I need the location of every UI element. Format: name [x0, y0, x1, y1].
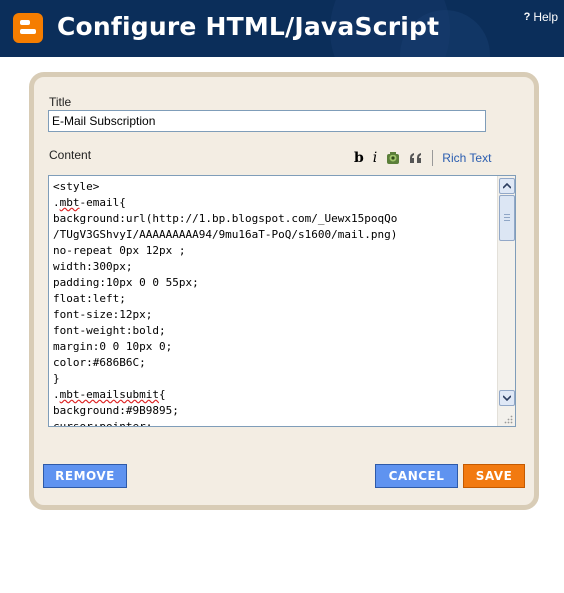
code-line: color:#686B6C; — [53, 356, 146, 369]
code-line: font-weight:bold; — [53, 324, 166, 337]
code-line: padding:10px 0 0 55px; — [53, 276, 199, 289]
blogger-logo-icon — [13, 13, 43, 43]
help-link[interactable]: ? Help — [524, 10, 558, 24]
bold-button[interactable]: b — [354, 150, 364, 166]
remove-button[interactable]: REMOVE — [43, 464, 127, 488]
rich-text-link[interactable]: Rich Text — [442, 151, 491, 165]
scrollbar-thumb[interactable] — [499, 195, 515, 241]
code-line: background:url(http://1.bp.blogspot.com/… — [53, 212, 398, 225]
code-line: cursor:pointer; — [53, 420, 153, 427]
dialog-title: Configure HTML/JavaScript — [57, 12, 440, 41]
toolbar-divider — [432, 150, 434, 166]
code-line: } — [53, 372, 60, 385]
italic-button[interactable]: i — [373, 150, 377, 166]
code-line: font-size:12px; — [53, 308, 153, 321]
code-line: <style> — [53, 180, 100, 193]
code-line: width:300px; — [53, 260, 133, 273]
help-label: Help — [533, 10, 558, 24]
code-line: .mbt-emailsubmit{ — [53, 388, 166, 401]
image-icon[interactable] — [386, 151, 400, 165]
save-button[interactable]: SAVE — [463, 464, 525, 488]
scroll-down-icon[interactable] — [499, 390, 515, 406]
vertical-scrollbar[interactable] — [497, 176, 515, 426]
code-line: /TUgV3GShvyI/AAAAAAAAA94/9mu16aT-PoQ/s16… — [53, 228, 398, 241]
code-line: .mbt-email{ — [53, 196, 126, 209]
content-textarea[interactable]: <style> .mbt-email{ background:url(http://… — [48, 175, 516, 427]
code-line: margin:0 0 10px 0; — [53, 340, 173, 353]
content-label: Content — [49, 148, 92, 162]
quote-icon[interactable] — [409, 152, 423, 164]
cancel-button[interactable]: CANCEL — [375, 464, 458, 488]
format-toolbar: b i Rich Text — [354, 149, 491, 167]
config-panel: Title Content b i Rich Text <style> .mbt-… — [29, 72, 539, 510]
resize-grip-icon[interactable] — [503, 414, 513, 424]
code-line: no-repeat 0px 12px ; — [53, 244, 186, 257]
code-content: <style> .mbt-email{ background:url(http://… — [53, 179, 493, 427]
code-line: background:#9B9895; — [53, 404, 179, 417]
dialog-header: Configure HTML/JavaScript ? Help — [0, 0, 564, 57]
title-input[interactable] — [48, 110, 486, 132]
title-label: Title — [49, 95, 72, 109]
scroll-up-icon[interactable] — [499, 178, 515, 194]
code-line: float:left; — [53, 292, 126, 305]
help-icon: ? — [523, 11, 531, 23]
